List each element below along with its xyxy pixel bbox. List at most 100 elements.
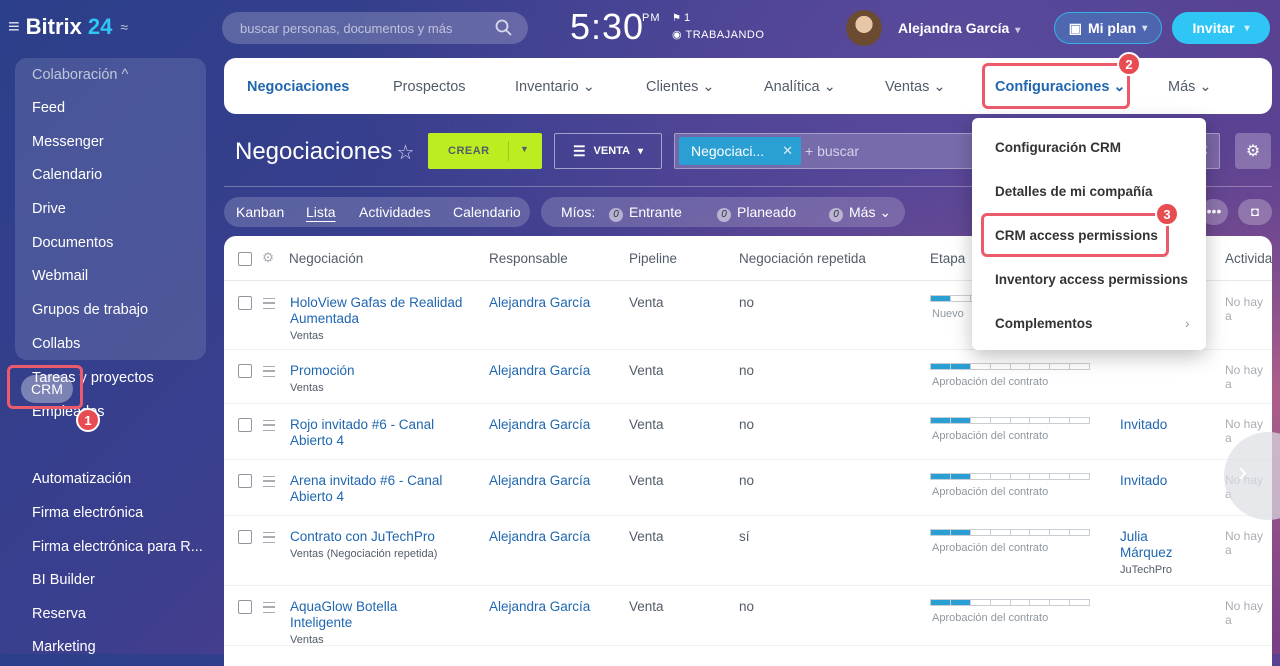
drag-handle-icon[interactable] [263,532,275,543]
table-row[interactable]: Arena invitado #6 - Canal Abierto 4 Alejan… [224,459,1272,516]
drag-handle-icon[interactable] [263,476,275,487]
row-checkbox[interactable] [238,474,252,488]
counter-planned[interactable]: 0 Planeado [717,204,796,222]
table-row[interactable]: Contrato con JuTechPro Ventas (Negociació… [224,515,1272,586]
column-responsible[interactable]: Responsable [489,251,568,266]
menu-item-inventory-access-permissions[interactable]: Inventory access permissions [995,272,1188,287]
row-checkbox[interactable] [238,600,252,614]
contact-link[interactable]: Invitado [1120,417,1167,432]
column-pipeline[interactable]: Pipeline [629,251,677,266]
robot-icon[interactable]: ◘ [1238,199,1272,225]
responsible-link[interactable]: Alejandra García [489,473,590,488]
menu-item-addons[interactable]: Complementos › [995,316,1190,331]
pipeline-selector[interactable]: ☰ VENTA ▾ [554,133,662,169]
deal-name-link[interactable]: Contrato con JuTechPro [290,529,435,544]
select-all-checkbox[interactable] [238,252,252,266]
avatar[interactable] [846,10,882,46]
row-checkbox[interactable] [238,364,252,378]
drag-handle-icon[interactable] [263,420,275,431]
column-stage[interactable]: Etapa [930,251,965,266]
row-checkbox[interactable] [238,530,252,544]
responsible-link[interactable]: Alejandra García [489,295,590,310]
gear-icon[interactable]: ⚙ [1235,133,1271,169]
view-list[interactable]: Lista [306,204,336,220]
sidebar-item-drive[interactable]: Drive [32,201,66,217]
filter-chip[interactable]: Negociaci... ✕ [679,137,801,165]
close-icon[interactable]: ✕ [782,143,793,159]
column-repeat-deal[interactable]: Negociación repetida [739,251,866,266]
my-plan-button[interactable]: ▣ Mi plan ▾ [1054,12,1162,44]
view-calendar[interactable]: Calendario [453,204,521,220]
menu-item-crm-settings[interactable]: Configuración CRM [995,140,1121,155]
counter-incoming[interactable]: 0 Entrante [609,204,682,222]
sidebar-item-esignature-hr[interactable]: Firma electrónica para R... [32,539,203,555]
sidebar-item-messenger[interactable]: Messenger [32,134,104,150]
sidebar-item-esignature[interactable]: Firma electrónica [32,505,143,521]
responsible-link[interactable]: Alejandra García [489,529,590,544]
deal-name-link[interactable]: AquaGlow Botella [290,599,397,614]
search-icon[interactable] [494,18,514,38]
view-kanban[interactable]: Kanban [236,204,284,220]
create-button[interactable]: CREAR ▼ [428,133,542,169]
responsible-link[interactable]: Alejandra García [489,363,590,378]
sidebar-item-automation[interactable]: Automatización [32,471,131,487]
contact-link-cont[interactable]: Márquez [1120,545,1173,560]
deal-name-link[interactable]: HoloView Gafas de Realidad [290,295,462,310]
tab-sales[interactable]: Ventas ⌄ [885,79,946,95]
sidebar-item-feed[interactable]: Feed [32,100,65,116]
sidebar-item-bi-builder[interactable]: BI Builder [32,572,95,588]
menu-item-company-details[interactable]: Detalles de mi compañía [995,184,1153,199]
tab-deals[interactable]: Negociaciones [247,79,349,95]
deal-name-link-cont[interactable]: Abierto 4 [290,433,344,448]
row-checkbox[interactable] [238,418,252,432]
drag-handle-icon[interactable] [263,298,275,309]
tab-leads[interactable]: Prospectos [393,79,466,95]
view-activities[interactable]: Actividades [359,204,431,220]
tab-inventory[interactable]: Inventario ⌄ [515,79,595,95]
user-menu[interactable]: Alejandra García ▾ [898,20,1020,36]
sidebar-item-documents[interactable]: Documentos [32,235,113,251]
stage-progress-bar[interactable] [930,417,1090,424]
sidebar-item-calendar[interactable]: Calendario [32,167,102,183]
responsible-link[interactable]: Alejandra García [489,599,590,614]
clock[interactable]: 5:30 PM [570,6,660,48]
column-deal[interactable]: Negociación [289,251,363,266]
column-settings-icon[interactable]: ⚙ [262,250,274,266]
deal-name-link[interactable]: Arena invitado #6 - Canal [290,473,442,488]
sidebar-item-collabs[interactable]: Collabs [32,336,80,352]
tab-analytics[interactable]: Analítica ⌄ [764,79,836,95]
sidebar-item-workgroups[interactable]: Grupos de trabajo [32,302,148,318]
stage-progress-bar[interactable] [930,529,1090,536]
logo-settings-icon[interactable]: ≈ [120,19,128,35]
sidebar-item-marketing[interactable]: Marketing [32,639,96,655]
logo[interactable]: ≡ Bitrix 24 ≈ [8,14,128,40]
hamburger-menu-icon[interactable]: ≡ [8,16,20,39]
star-icon[interactable]: ☆ [396,142,414,164]
drag-handle-icon[interactable] [263,602,275,613]
table-row[interactable]: AquaGlow Botella Inteligente Ventas Alejand… [224,585,1272,646]
counter-more[interactable]: 0 Más ⌄ [829,204,891,222]
deal-name-link[interactable]: Promoción [290,363,355,378]
deal-name-link[interactable]: Rojo invitado #6 - Canal [290,417,434,432]
invite-button[interactable]: Invitar ▾ [1172,12,1270,44]
work-status[interactable]: ⚑ 1 ◉ TRABAJANDO [672,12,764,41]
contact-link[interactable]: Julia [1120,529,1148,544]
row-checkbox[interactable] [238,296,252,310]
sidebar-item-booking[interactable]: Reserva [32,606,86,622]
stage-progress-bar[interactable] [930,363,1090,370]
chevron-down-icon[interactable]: ▼ [520,144,529,154]
column-activity[interactable]: Activida [1225,251,1272,266]
deal-name-link-cont[interactable]: Aumentada [290,311,359,326]
deal-name-link-cont[interactable]: Abierto 4 [290,489,344,504]
tab-clients[interactable]: Clientes ⌄ [646,79,715,95]
drag-handle-icon[interactable] [263,366,275,377]
tab-more[interactable]: Más ⌄ [1168,79,1212,95]
table-row[interactable]: Promoción Ventas Alejandra García Venta no Ap… [224,349,1272,404]
stage-progress-bar[interactable] [930,473,1090,480]
sidebar-item-webmail[interactable]: Webmail [32,268,88,284]
sidebar-group-label[interactable]: Colaboración ^ [32,67,128,83]
search-input[interactable]: buscar personas, documentos y más [222,12,528,44]
responsible-link[interactable]: Alejandra García [489,417,590,432]
contact-link[interactable]: Invitado [1120,473,1167,488]
table-row[interactable]: Rojo invitado #6 - Canal Abierto 4 Alejand… [224,403,1272,460]
